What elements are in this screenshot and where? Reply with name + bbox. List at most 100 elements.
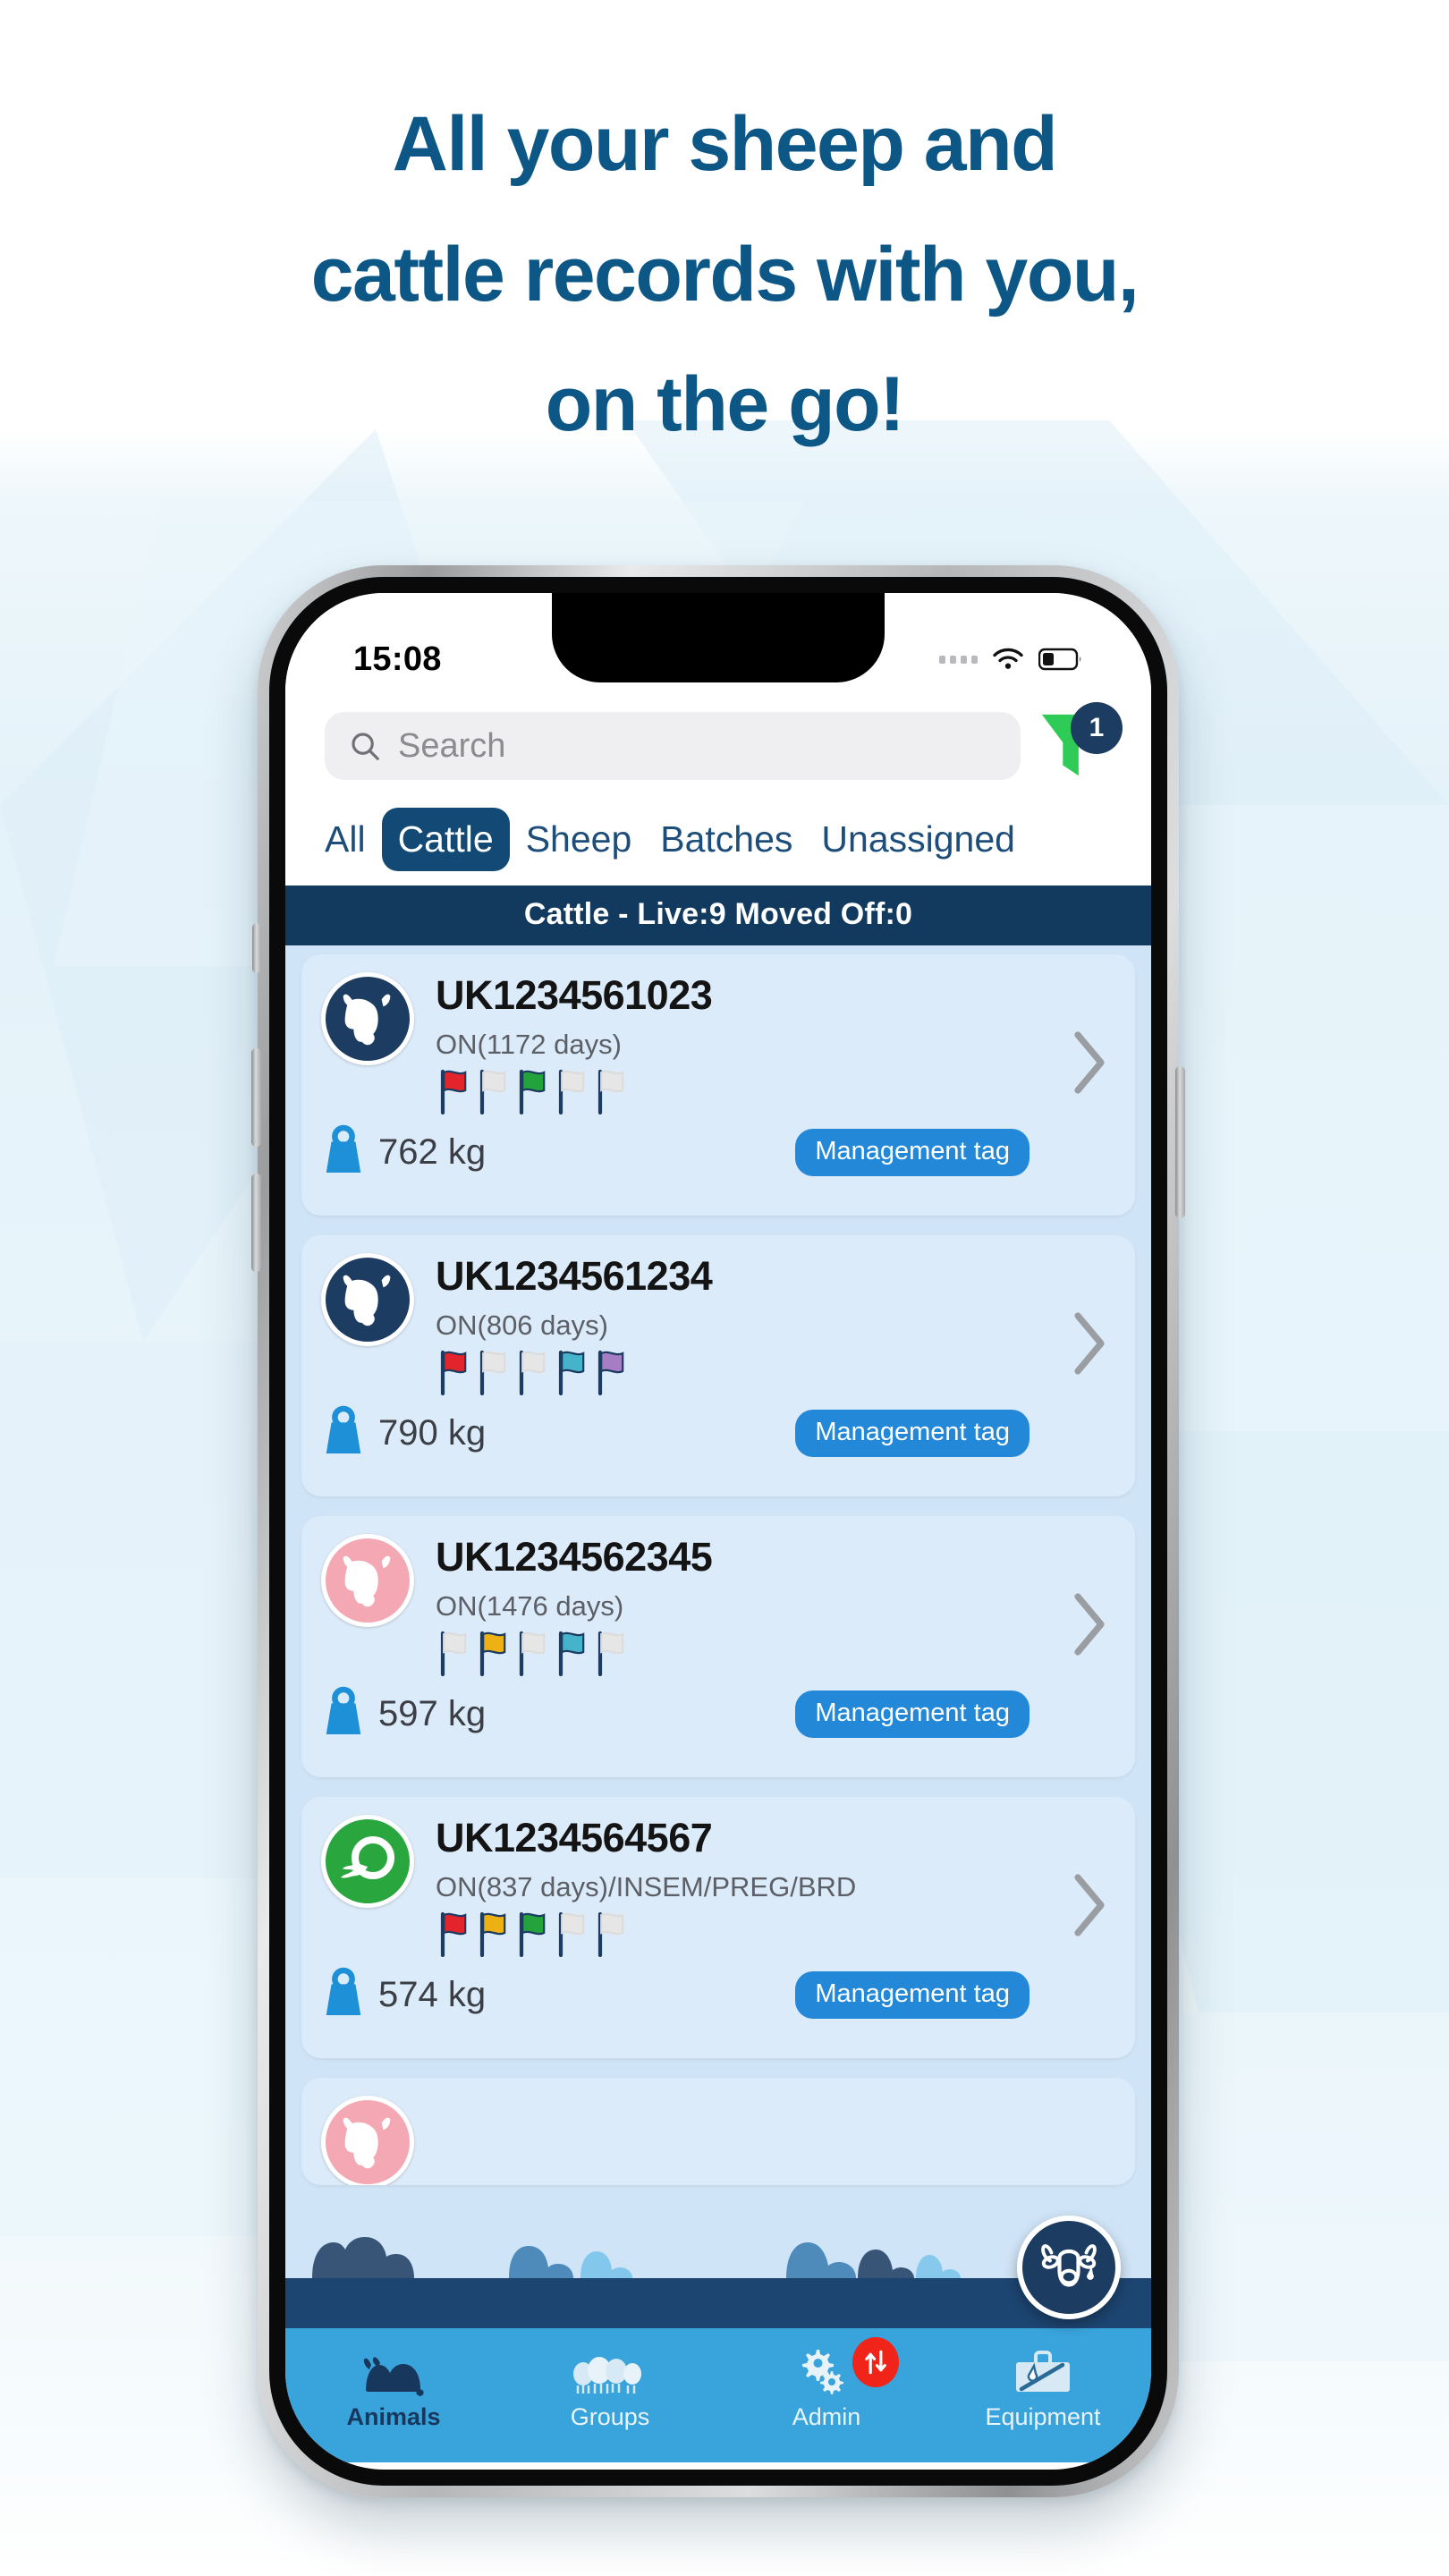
chevron-right-icon[interactable] (1074, 1874, 1105, 1936)
animal-id: UK1234561234 (436, 1253, 713, 1299)
weight-value: 790 kg (378, 1413, 487, 1453)
tab-unassigned[interactable]: Unassigned (809, 809, 1028, 869)
chevron-right-icon[interactable] (1074, 1312, 1105, 1375)
mute-switch[interactable] (252, 923, 261, 973)
nav-item-admin[interactable]: Admin (718, 2337, 935, 2431)
filter-badge: 1 (1071, 702, 1123, 754)
animal-type-tabs: All Cattle Sheep Batches Unassigned (285, 804, 1151, 886)
chevron-right-icon[interactable] (1074, 1031, 1105, 1094)
management-tag-badge[interactable]: Management tag (795, 1129, 1030, 1177)
weight-icon (321, 1967, 366, 2023)
animal-id: UK1234564567 (436, 1815, 713, 1860)
search-placeholder: Search (398, 726, 506, 765)
flag-marker[interactable] (514, 1068, 552, 1119)
flag-marker[interactable] (436, 1911, 473, 1962)
weight-value: 762 kg (378, 1132, 487, 1173)
animal-flags[interactable] (436, 1630, 1115, 1681)
animal-card[interactable]: UK1234564567 ON(837 days)/INSEM/PREG/BRD 5… (301, 1797, 1135, 2058)
management-tag-badge[interactable]: Management tag (795, 1410, 1030, 1458)
animal-status: ON(806 days) (436, 1309, 608, 1342)
gears-icon (795, 2344, 858, 2400)
tab-sheep[interactable]: Sheep (513, 809, 645, 869)
battery-low-icon (1038, 648, 1081, 671)
flag-marker[interactable] (554, 1911, 591, 1962)
animal-avatar (321, 972, 414, 1065)
animal-card[interactable]: UK1234561023 ON(1172 days) 762 kg Managemen… (301, 954, 1135, 1216)
animal-avatar (321, 2096, 414, 2185)
animal-avatar (321, 1253, 414, 1346)
flag-marker[interactable] (475, 1630, 513, 1681)
animal-status: ON(837 days)/INSEM/PREG/BRD (436, 1871, 857, 1903)
cattle-icon (360, 2344, 427, 2400)
flag-marker[interactable] (554, 1630, 591, 1681)
flag-marker[interactable] (593, 1630, 631, 1681)
animal-flags[interactable] (436, 1349, 1115, 1400)
nav-item-animals[interactable]: Animals (285, 2344, 502, 2431)
animal-card[interactable]: UK1234562345 ON(1476 days) 597 kg Managemen… (301, 1516, 1135, 1777)
flag-marker[interactable] (436, 1630, 473, 1681)
search-icon (352, 733, 379, 760)
nav-label-admin: Admin (792, 2403, 861, 2430)
flag-marker[interactable] (514, 1349, 552, 1400)
weight-icon (321, 1124, 366, 1181)
wifi-icon (993, 648, 1023, 669)
sheep-group-icon (570, 2344, 650, 2400)
animal-flags[interactable] (436, 1911, 1115, 1962)
animal-avatar (321, 1815, 414, 1908)
flag-marker[interactable] (593, 1068, 631, 1119)
flag-marker[interactable] (554, 1068, 591, 1119)
tab-batches[interactable]: Batches (648, 809, 805, 869)
search-row: Search 1 (285, 702, 1151, 804)
flag-marker[interactable] (514, 1630, 552, 1681)
flag-marker[interactable] (593, 1349, 631, 1400)
power-button[interactable] (1175, 1066, 1185, 1218)
management-tag-badge[interactable]: Management tag (795, 1690, 1030, 1739)
nav-label-animals: Animals (346, 2403, 441, 2430)
animal-list[interactable]: UK1234561023 ON(1172 days) 762 kg Managemen… (285, 945, 1151, 2278)
weight-icon (321, 1686, 366, 1742)
sync-arrows-icon (865, 2350, 886, 2375)
status-time: 15:08 (353, 640, 442, 678)
dynamic-island (552, 593, 885, 682)
animal-flags[interactable] (436, 1068, 1115, 1119)
weight-value: 597 kg (378, 1694, 487, 1734)
nav-label-equipment: Equipment (985, 2403, 1101, 2430)
nav-item-groups[interactable]: Groups (502, 2344, 718, 2431)
tab-all[interactable]: All (312, 809, 378, 869)
volume-up-button[interactable] (251, 1048, 261, 1147)
headline-line-1: All your sheep and (392, 101, 1058, 187)
animal-weight: 574 kg (321, 1967, 486, 2023)
headline-line-2: cattle records with you, (310, 231, 1140, 318)
tab-cattle[interactable]: Cattle (381, 808, 510, 871)
flag-marker[interactable] (475, 1911, 513, 1962)
status-bar: 15:08 (285, 593, 1151, 702)
animal-status: ON(1476 days) (436, 1590, 624, 1623)
management-tag-badge[interactable]: Management tag (795, 1971, 1030, 2020)
flag-marker[interactable] (436, 1349, 473, 1400)
search-input[interactable]: Search (325, 712, 1021, 780)
animal-card-partial[interactable] (301, 2078, 1135, 2185)
animal-weight: 790 kg (321, 1405, 486, 1462)
animal-weight: 762 kg (321, 1124, 486, 1181)
flag-marker[interactable] (593, 1911, 631, 1962)
weight-icon (321, 1405, 366, 1462)
flag-marker[interactable] (514, 1911, 552, 1962)
signal-dots-icon (939, 655, 978, 664)
flag-marker[interactable] (554, 1349, 591, 1400)
animal-card[interactable]: UK1234561234 ON(806 days) 790 kg Management… (301, 1235, 1135, 1496)
headline-line-3: on the go! (545, 361, 905, 448)
animal-weight: 597 kg (321, 1686, 486, 1742)
promo-headline: All your sheep and cattle records with y… (0, 101, 1449, 448)
animal-id: UK1234562345 (436, 1534, 713, 1580)
phone-mockup: 15:08 Search 1 All Cattle Sheep Batches … (251, 565, 1185, 2497)
flag-marker[interactable] (436, 1068, 473, 1119)
chevron-right-icon[interactable] (1074, 1593, 1105, 1656)
animal-avatar (321, 1534, 414, 1627)
add-animal-fab[interactable] (1017, 2216, 1121, 2319)
filter-button[interactable]: 1 (1037, 702, 1123, 784)
section-header: Cattle - Live:9 Moved Off:0 (285, 886, 1151, 945)
volume-down-button[interactable] (251, 1174, 261, 1272)
flag-marker[interactable] (475, 1068, 513, 1119)
flag-marker[interactable] (475, 1349, 513, 1400)
nav-item-equipment[interactable]: Equipment (935, 2344, 1151, 2431)
